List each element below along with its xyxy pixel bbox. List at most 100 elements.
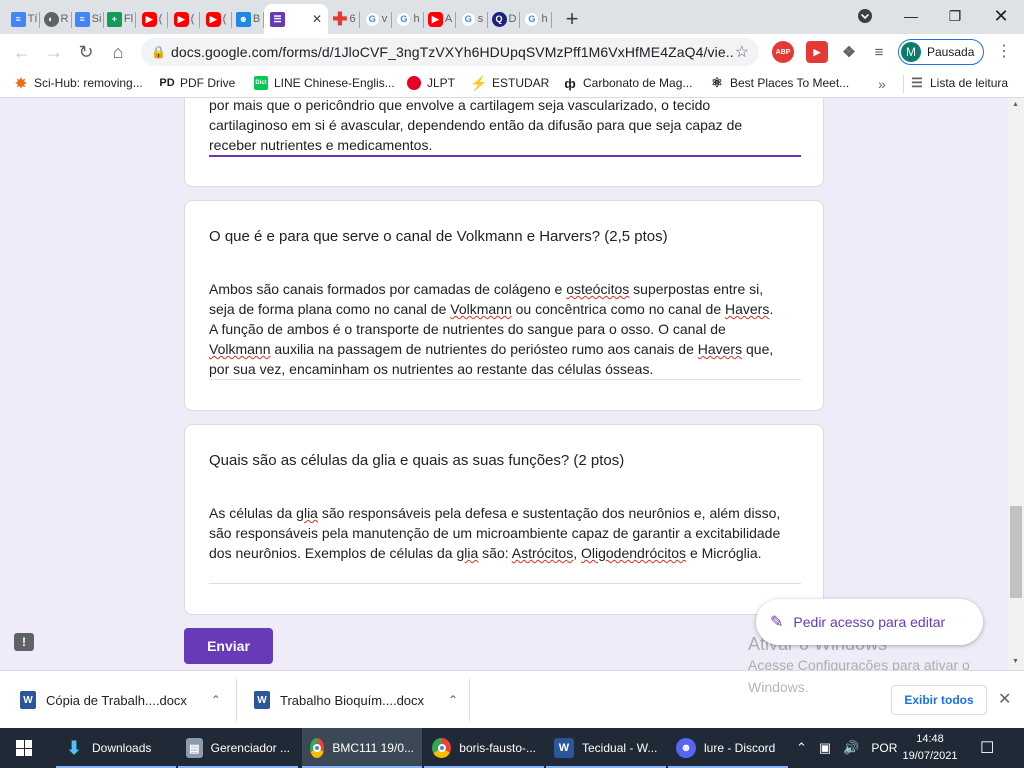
language-indicator[interactable]: POR <box>871 741 897 755</box>
chevron-up-icon[interactable]: ⌃ <box>448 693 458 707</box>
misspelled-word[interactable]: glia <box>296 505 318 521</box>
network-icon[interactable]: ▣ <box>819 740 831 756</box>
clock-time: 14:48 <box>916 733 944 745</box>
tab-title: Si <box>91 13 102 25</box>
download-item[interactable]: W Trabalho Bioquím....docx ⌃ <box>254 671 458 729</box>
docs-icon: ≡ <box>74 11 90 27</box>
jlpt-icon <box>407 76 421 90</box>
browser-tab[interactable]: ☻ B <box>232 4 264 34</box>
browser-tab[interactable]: + Fl <box>104 4 136 34</box>
profile-status: Pausada <box>927 45 975 59</box>
taskbar-item-chrome[interactable]: boris-fausto-... <box>424 728 544 768</box>
bookmark-best-places[interactable]: ⚛ Best Places To Meet... <box>710 75 849 90</box>
scroll-up-icon[interactable]: ▲ <box>1012 101 1019 108</box>
browser-tab[interactable]: ≡ Tí <box>8 4 40 34</box>
misspelled-word[interactable]: osteócitos <box>566 281 629 297</box>
new-tab-button[interactable]: + <box>552 4 592 34</box>
youtube-icon: ▶ <box>173 11 189 27</box>
home-icon[interactable]: ⌂ <box>102 36 134 68</box>
bookmark-estudar[interactable]: ⚡ ESTUDAR <box>470 75 549 91</box>
scroll-thumb[interactable] <box>1010 506 1022 598</box>
misspelled-word[interactable]: Volkmann <box>450 301 511 317</box>
browser-tab[interactable]: ☰ ✕ <box>264 4 328 34</box>
taskbar-item-discord[interactable]: ☻ lure - Discord <box>668 728 788 768</box>
extensions-puzzle-icon[interactable]: ❖ <box>838 41 860 63</box>
system-clock[interactable]: 14:48 19/07/2021 <box>900 731 960 765</box>
answer-text[interactable]: Ambos são canais formados por camadas de… <box>209 279 801 379</box>
answer-text[interactable]: As células da glia são responsáveis pela… <box>209 503 801 563</box>
report-feedback-icon[interactable]: ! <box>14 633 34 651</box>
close-tab-icon[interactable]: ✕ <box>312 12 322 26</box>
address-bar[interactable]: 🔒 docs.google.com/forms/d/1JloCVF_3ngTzV… <box>141 38 759 66</box>
scroll-down-icon[interactable]: ▼ <box>1012 658 1019 665</box>
misspelled-word[interactable]: Havers <box>725 301 769 317</box>
taskbar-item-downloads[interactable]: ⬇ Downloads <box>56 728 176 768</box>
google-icon: G <box>396 11 412 27</box>
browser-tab[interactable]: ✚ 6 <box>328 4 360 34</box>
bookmark-star-icon[interactable]: ☆ <box>735 42 749 62</box>
request-edit-access-button[interactable]: ✎ Pedir acesso para editar <box>756 599 983 645</box>
answer-line-text: seja de forma plana como no canal de Vol… <box>209 301 774 317</box>
reload-icon[interactable]: ↻ <box>70 36 102 68</box>
taskbar-item-word[interactable]: W Tecidual - W... <box>546 728 666 768</box>
volume-icon[interactable]: 🔊 <box>843 740 859 756</box>
page-scrollbar[interactable]: ▲ ▼ <box>1008 98 1024 670</box>
bookmark-carbonato[interactable]: ф Carbonato de Mag... <box>563 76 692 91</box>
close-window-button[interactable]: ✕ <box>978 0 1024 32</box>
misspelled-word[interactable]: Volkmann <box>209 341 270 357</box>
minimize-button[interactable]: — <box>888 0 934 32</box>
bookmark-label: Sci-Hub: removing... <box>34 76 143 90</box>
misspelled-word[interactable]: glia <box>456 545 478 561</box>
browser-tab[interactable]: ▶( <box>136 4 168 34</box>
browser-tab[interactable]: ≡ Si <box>72 4 104 34</box>
submit-button[interactable]: Enviar <box>184 628 273 664</box>
bookmark-jlpt[interactable]: JLPT <box>407 76 455 90</box>
misspelled-word[interactable]: Havers <box>698 341 742 357</box>
answer-text-previous[interactable]: por mais que o pericôndrio que envolve a… <box>209 98 801 155</box>
browser-toolbar: ← → ↻ ⌂ 🔒 docs.google.com/forms/d/1JloCV… <box>0 34 1024 70</box>
browser-tab[interactable]: ▶ A <box>424 4 456 34</box>
bookmarks-overflow-button[interactable]: » <box>878 76 886 92</box>
back-icon[interactable]: ← <box>6 36 38 68</box>
download-item[interactable]: W Cópia de Trabalh....docx ⌃ <box>20 671 221 729</box>
chevron-up-icon[interactable]: ⌃ <box>211 693 221 707</box>
reading-list-button[interactable]: ☰ Lista de leitura <box>910 75 1009 90</box>
media-queue-icon[interactable]: ≡ <box>868 41 890 63</box>
shelf-divider <box>469 679 470 721</box>
notification-center-icon[interactable]: ☐ <box>980 738 994 758</box>
bookmark-line-dict[interactable]: Dict LINE Chinese-Englis... <box>254 76 395 90</box>
browser-tab[interactable]: ▶( <box>200 4 232 34</box>
browser-tab[interactable]: ◐ R <box>40 4 72 34</box>
adblock-extension-icon[interactable]: ABP <box>772 41 794 63</box>
browser-tab[interactable]: Gs <box>456 4 488 34</box>
download-filename: Trabalho Bioquím....docx <box>280 692 425 708</box>
misspelled-word[interactable]: Oligodendrócitos <box>581 545 686 561</box>
tab-title: h <box>413 13 420 25</box>
browser-tab[interactable]: Gh <box>392 4 424 34</box>
reading-list-label: Lista de leitura <box>930 76 1009 90</box>
taskbar-item-chrome-active[interactable]: BMC111 19/0... <box>302 728 422 768</box>
reading-list-icon: ☰ <box>911 75 923 90</box>
youtube-extension-icon[interactable]: ▶ <box>806 41 828 63</box>
start-button[interactable] <box>0 728 48 768</box>
chevron-up-icon[interactable]: ⌃ <box>796 740 807 756</box>
taskbar-item-task-manager[interactable]: ▤ Gerenciador ... <box>178 728 298 768</box>
lock-icon[interactable]: 🔒 <box>151 45 171 59</box>
tab-title: v <box>381 13 388 25</box>
browser-tab[interactable]: ▶( <box>168 4 200 34</box>
restore-button[interactable]: ❐ <box>932 0 978 32</box>
close-shelf-icon[interactable]: ✕ <box>998 689 1011 709</box>
profile-button[interactable]: M Pausada <box>898 39 984 65</box>
misspelled-word[interactable]: Astrócitos <box>512 545 573 561</box>
bookmark-pdf-drive[interactable]: PD PDF Drive <box>159 76 235 90</box>
show-all-downloads-button[interactable]: Exibir todos <box>891 685 987 715</box>
tab-search-icon[interactable] <box>842 0 888 32</box>
forward-icon[interactable]: → <box>38 36 70 68</box>
answer-underline <box>209 379 801 380</box>
browser-tab[interactable]: QD <box>488 4 520 34</box>
bookmark-scihub[interactable]: ✸ Sci-Hub: removing... <box>14 75 143 91</box>
browser-tab[interactable]: Gv <box>360 4 392 34</box>
browser-menu-icon[interactable]: ⋮ <box>994 41 1014 61</box>
browser-tab[interactable]: Gh <box>520 4 552 34</box>
red-cross-icon: ✚ <box>332 8 348 29</box>
